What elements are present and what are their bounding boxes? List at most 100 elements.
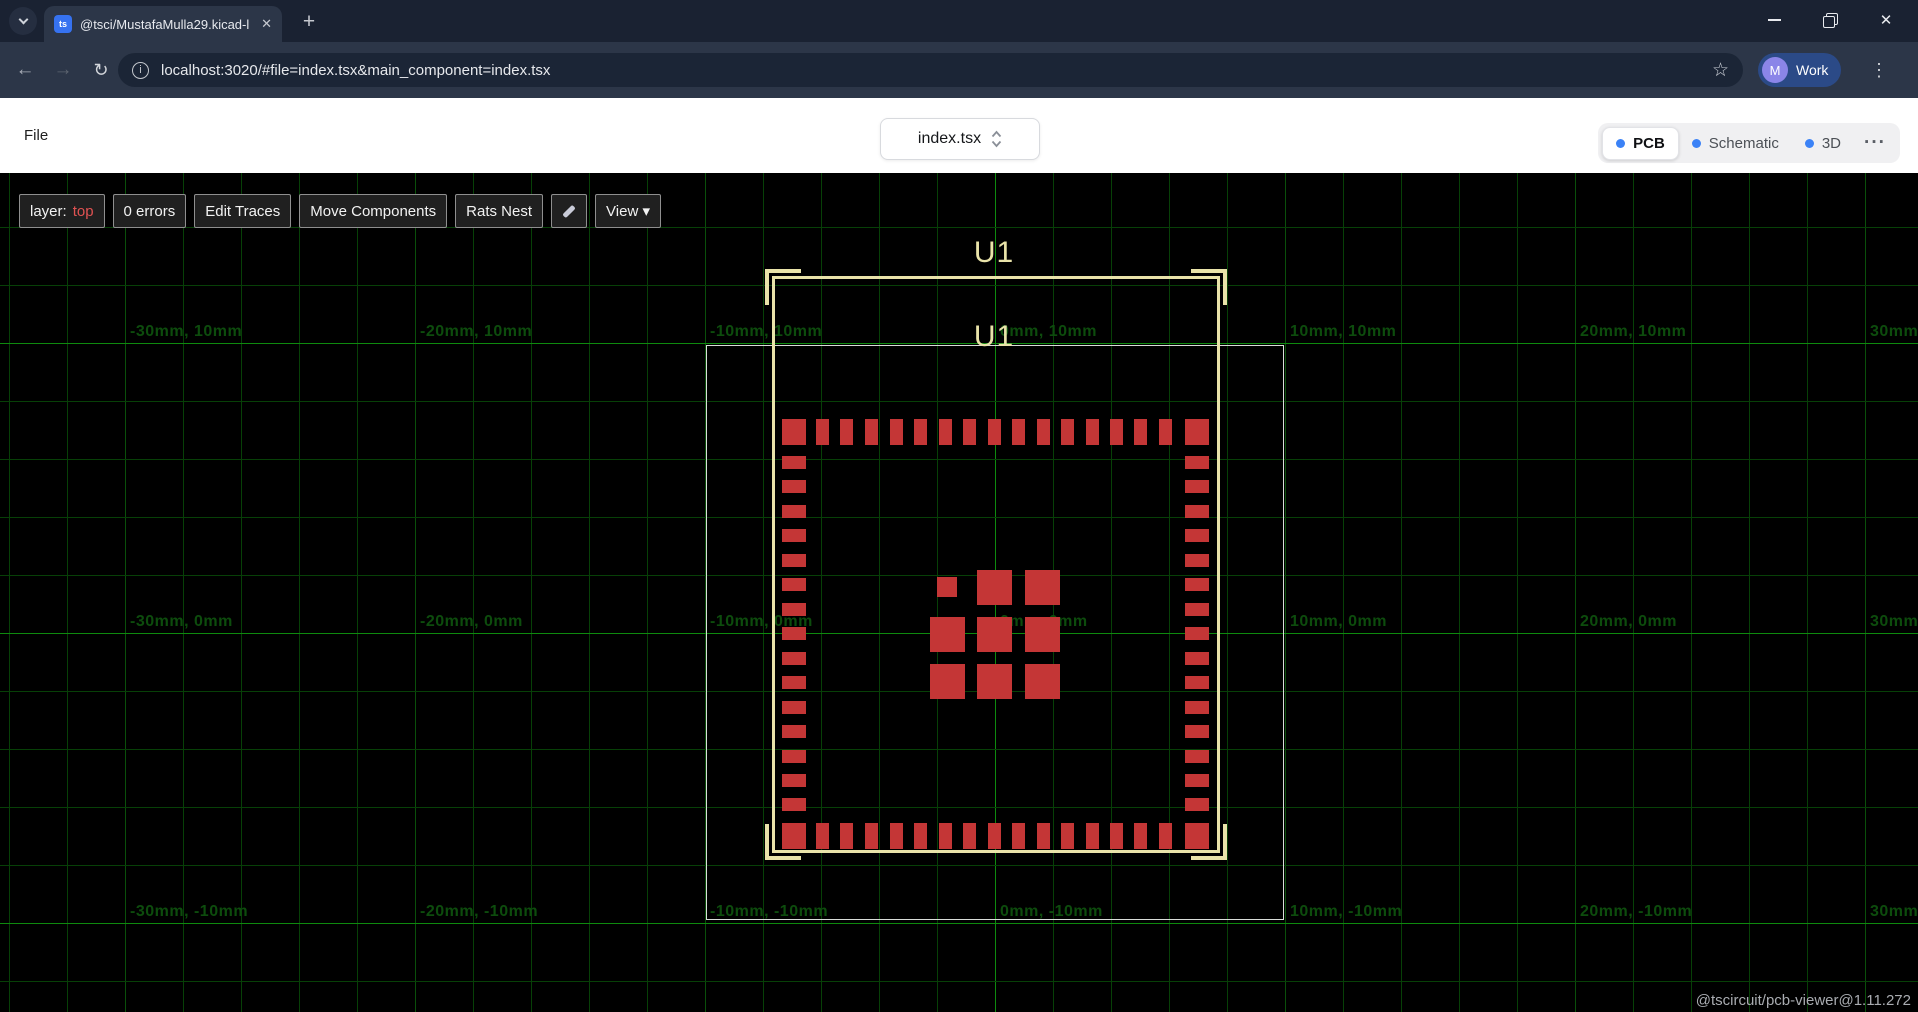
smd-pad — [1134, 419, 1147, 445]
tab-title: @tsci/MustafaMulla29.kicad-lib — [80, 17, 249, 32]
move-components-button[interactable]: Move Components — [299, 194, 447, 228]
smd-pad — [1185, 554, 1209, 567]
smd-pad — [890, 823, 903, 849]
smd-pad — [865, 419, 878, 445]
smd-pad — [782, 529, 806, 542]
smd-pad — [914, 419, 927, 445]
grid-label: -20mm, 0mm — [420, 612, 523, 631]
smd-pad — [782, 652, 806, 665]
smd-pad — [1185, 603, 1209, 616]
window-minimize-button[interactable] — [1746, 0, 1802, 40]
grid-line — [1691, 173, 1692, 1012]
smd-pad — [782, 627, 806, 640]
pencil-icon — [562, 204, 575, 217]
minimize-icon — [1768, 19, 1781, 21]
smd-pad — [1061, 823, 1074, 849]
grid-line — [1865, 173, 1866, 1012]
browser-tab-strip: ts @tsci/MustafaMulla29.kicad-lib ✕ + ✕ — [0, 0, 1918, 42]
smd-pad — [782, 774, 806, 787]
browser-menu-button[interactable]: ⋮ — [1862, 42, 1896, 98]
blue-dot-icon — [1616, 139, 1625, 148]
grid-label: -30mm, -10mm — [130, 902, 248, 921]
grid-line — [67, 173, 68, 1012]
view-menu-button[interactable]: View ▾ — [595, 194, 661, 228]
address-bar[interactable]: i localhost:3020/#file=index.tsx&main_co… — [118, 53, 1743, 87]
browser-tab[interactable]: ts @tsci/MustafaMulla29.kicad-lib ✕ — [44, 6, 282, 42]
smd-pad — [890, 419, 903, 445]
grid-line — [0, 981, 1918, 982]
smd-pad — [1185, 798, 1209, 811]
tab-3d[interactable]: 3D — [1792, 123, 1854, 163]
bookmark-star-icon[interactable]: ☆ — [1712, 59, 1729, 82]
tab-close-icon[interactable]: ✕ — [257, 16, 272, 32]
smd-pad — [1086, 419, 1099, 445]
smd-pad — [1185, 774, 1209, 787]
grid-line — [299, 173, 300, 1012]
smd-pad — [782, 578, 806, 591]
smd-pad — [816, 823, 829, 849]
grid-label: 30mm, 10mm — [1870, 322, 1918, 341]
smd-pad — [816, 419, 829, 445]
reload-button[interactable]: ↻ — [82, 42, 120, 98]
grid-line — [241, 173, 242, 1012]
smd-pad — [1185, 750, 1209, 763]
smd-pad — [1159, 823, 1172, 849]
smd-pad — [1185, 823, 1209, 849]
grid-line — [647, 173, 648, 1012]
grid-line — [1459, 173, 1460, 1012]
smd-pad — [1185, 627, 1209, 640]
restore-icon — [1823, 13, 1837, 27]
smd-pad — [1061, 419, 1074, 445]
smd-pad — [1159, 419, 1172, 445]
smd-pad — [865, 823, 878, 849]
site-info-icon[interactable]: i — [132, 62, 149, 79]
smd-pad — [930, 617, 965, 652]
back-button[interactable]: ← — [6, 42, 44, 98]
smd-pad — [782, 505, 806, 518]
close-icon: ✕ — [1880, 11, 1893, 29]
url-text[interactable]: localhost:3020/#file=index.tsx&main_comp… — [161, 62, 1700, 79]
smd-pad — [1185, 652, 1209, 665]
pcb-toolbar: layer: top 0 errors Edit Traces Move Com… — [19, 194, 661, 228]
rats-nest-button[interactable]: Rats Nest — [455, 194, 543, 228]
smd-pad — [1185, 676, 1209, 689]
grid-line — [1401, 173, 1402, 1012]
layer-button[interactable]: layer: top — [19, 194, 105, 228]
layer-value: top — [73, 203, 94, 220]
tab-search-button[interactable] — [9, 7, 37, 35]
smd-pad — [963, 823, 976, 849]
select-chevrons-icon — [991, 130, 1002, 148]
grid-label: 10mm, 0mm — [1290, 612, 1387, 631]
grid-line — [1343, 173, 1344, 1012]
tab-schematic-label: Schematic — [1709, 135, 1779, 152]
profile-button[interactable]: M Work — [1758, 53, 1841, 87]
tab-pcb[interactable]: PCB — [1602, 127, 1679, 160]
window-controls: ✕ — [1746, 0, 1914, 40]
more-views-button[interactable]: ··· — [1854, 132, 1896, 154]
window-restore-button[interactable] — [1802, 0, 1858, 40]
view-switcher: PCB Schematic 3D ··· — [1598, 123, 1900, 163]
pcb-canvas[interactable]: layer: top 0 errors Edit Traces Move Com… — [0, 173, 1918, 1012]
new-tab-button[interactable]: + — [296, 9, 322, 35]
file-select[interactable]: index.tsx — [880, 118, 1040, 160]
smd-pad — [782, 456, 806, 469]
grid-line — [1517, 173, 1518, 1012]
grid-line — [125, 173, 126, 1012]
app-header: File index.tsx PCB Schematic 3D ··· — [0, 98, 1918, 173]
window-close-button[interactable]: ✕ — [1858, 0, 1914, 40]
file-menu[interactable]: File — [24, 127, 48, 144]
grid-label: 10mm, -10mm — [1290, 902, 1402, 921]
chevron-down-icon — [18, 15, 28, 25]
grid-line — [0, 923, 1918, 924]
grid-line — [9, 173, 10, 1012]
edit-traces-button[interactable]: Edit Traces — [194, 194, 291, 228]
errors-button[interactable]: 0 errors — [113, 194, 187, 228]
viewer-version-label: @tscircuit/pcb-viewer@1.11.272 — [1696, 992, 1911, 1009]
tab-schematic[interactable]: Schematic — [1679, 123, 1792, 163]
pencil-tool-button[interactable] — [551, 194, 587, 228]
tab-pcb-label: PCB — [1633, 135, 1665, 152]
smd-pad — [1012, 419, 1025, 445]
grid-line — [183, 173, 184, 1012]
smd-pad — [1185, 456, 1209, 469]
forward-button[interactable]: → — [44, 42, 82, 98]
